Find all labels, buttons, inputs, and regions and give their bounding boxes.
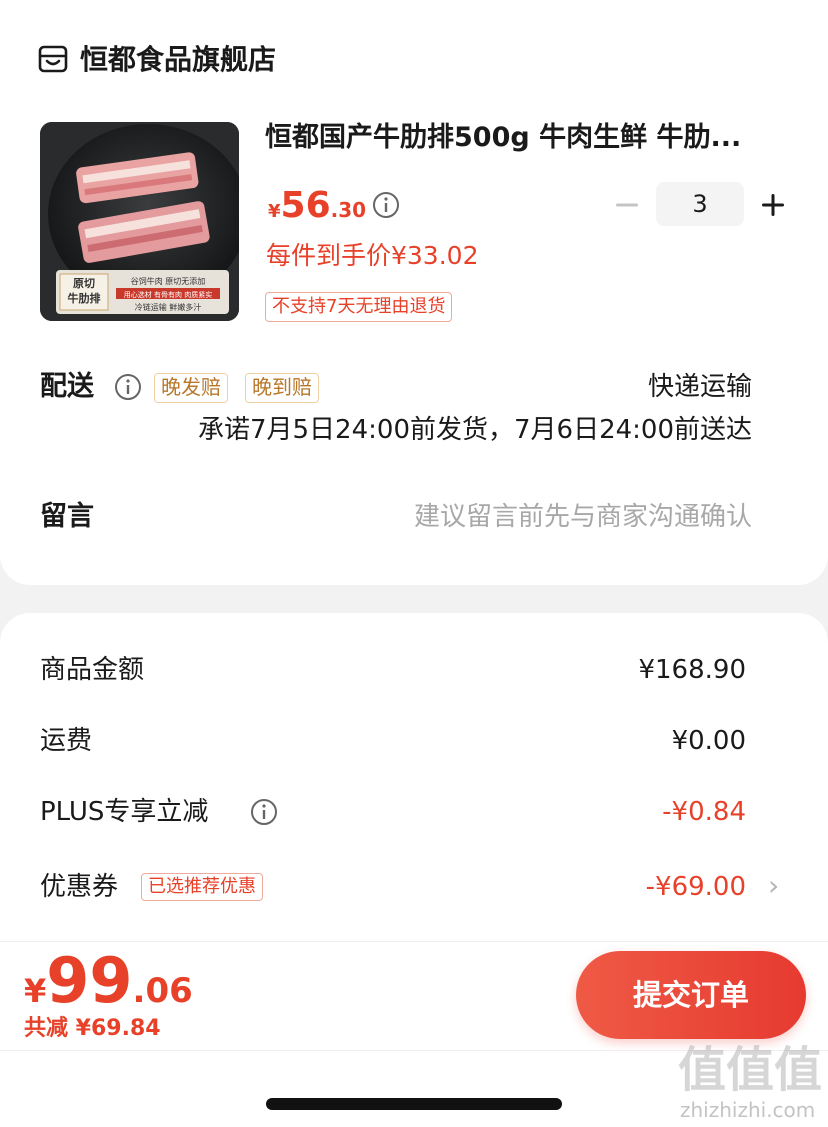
shipping-method[interactable]: 快递运输 <box>648 369 752 405</box>
image-badge-1: 原切 <box>73 277 95 290</box>
total-symbol: ¥ <box>24 972 47 1010</box>
delivery-label: 配送 <box>40 371 94 402</box>
plus-info-icon[interactable] <box>250 798 278 826</box>
coupon-value[interactable]: -¥69.00 <box>646 869 746 905</box>
quantity-decrease-button[interactable] <box>612 190 642 220</box>
delivery-info-icon[interactable] <box>114 373 142 401</box>
shipping-fee-value: ¥0.00 <box>671 726 746 756</box>
total-integer: 99 <box>46 944 133 1017</box>
goods-amount-value: ¥168.90 <box>638 655 746 685</box>
delivery-promise: 承诺7月5日24:00前发货，7月6日24:00前送达 <box>197 415 752 445</box>
product-title[interactable]: 恒都国产牛肋排500g 牛肉生鲜 牛肋... <box>265 120 775 156</box>
product-image[interactable]: 原切 牛肋排 谷饲牛肉 原切无添加 用心选材 有骨有肉 肉质紧实 冷链运输 鲜嫩… <box>40 122 239 321</box>
shop-icon <box>38 44 68 74</box>
late-ship-compensation-tag: 晚发赔 <box>154 373 228 403</box>
quantity-increase-button[interactable] <box>758 190 788 220</box>
coupon-label[interactable]: 优惠券 <box>40 869 118 905</box>
footer-divider <box>0 941 828 942</box>
watermark-url: zhizhizhi.com <box>680 1098 816 1122</box>
image-line-1: 谷饲牛肉 原切无添加 <box>131 276 206 286</box>
coupon-chevron-right-icon[interactable]: › <box>768 868 779 904</box>
order-card: 恒都食品旗舰店 原切 牛肋排 谷饲牛肉 原切无添加 用心选材 有骨有肉 肉质紧实… <box>0 0 828 585</box>
home-indicator[interactable] <box>266 1098 562 1110</box>
price-info-icon[interactable] <box>372 191 400 219</box>
plus-discount-value: -¥0.84 <box>662 797 746 827</box>
product-price: ¥56.30 <box>268 184 366 234</box>
memo-input[interactable]: 建议留言前先与商家沟通确认 <box>414 499 752 535</box>
price-symbol: ¥ <box>268 201 281 222</box>
shipping-fee-label: 运费 <box>40 726 93 756</box>
watermark-logo: 值值值 <box>678 1042 823 1098</box>
price-integer: 56 <box>280 185 331 226</box>
image-line-2: 用心选材 有骨有肉 肉质紧实 <box>124 290 212 299</box>
image-line-3: 冷链运输 鲜嫩多汁 <box>135 302 202 312</box>
return-policy-tag: 不支持7天无理由退货 <box>265 292 453 322</box>
quantity-input[interactable]: 3 <box>656 182 744 226</box>
total-decimal: .06 <box>132 971 193 1011</box>
image-badge-2: 牛肋排 <box>68 291 101 305</box>
submit-order-button[interactable]: 提交订单 <box>576 951 806 1039</box>
plus-discount-label: PLUS专享立减 <box>40 797 209 827</box>
unit-price-text: 每件到手价¥33.02 <box>266 241 479 270</box>
store-name[interactable]: 恒都食品旗舰店 <box>80 43 276 77</box>
total-savings: 共减 ¥69.84 <box>24 1016 161 1041</box>
memo-label: 留言 <box>40 501 94 532</box>
price-decimal: .30 <box>330 198 367 222</box>
late-arrival-compensation-tag: 晚到赔 <box>245 373 319 403</box>
goods-amount-label: 商品金额 <box>40 655 145 685</box>
coupon-recommended-tag: 已选推荐优惠 <box>141 873 263 901</box>
